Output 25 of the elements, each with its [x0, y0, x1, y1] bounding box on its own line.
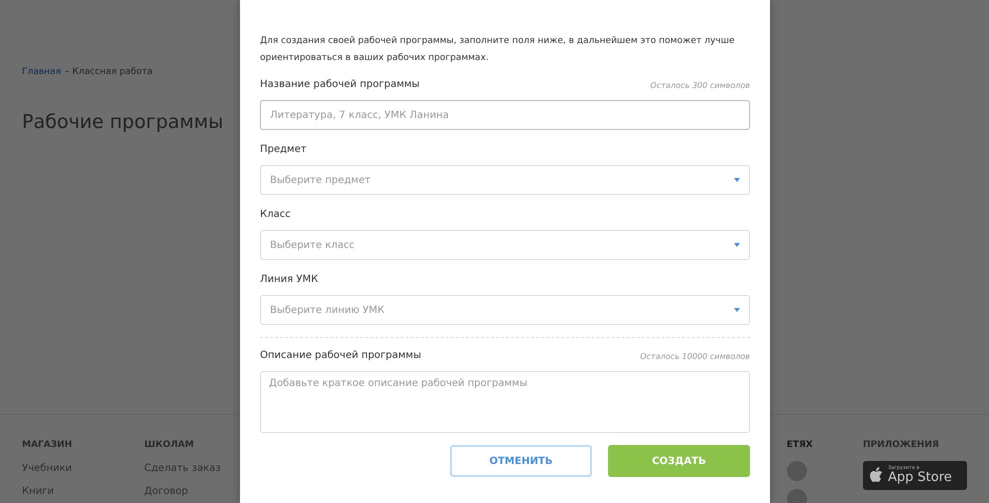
field-label: Описание рабочей программы	[260, 349, 422, 363]
footer-heading: ПРИЛОЖЕНИЯ	[862, 439, 940, 452]
footer-heading: МАГАЗИН	[22, 439, 74, 452]
badge-title: App Store	[888, 471, 952, 484]
intro-text: Для создания своей рабочей программы, заполните поля ниже, в дальнейшем это поможет лучше ориентироваться в ваших рабочих программах.	[260, 35, 736, 65]
footer-heading: ШКОЛАМ	[144, 439, 195, 452]
cancel-button[interactable]: ОТМЕНИТЬ	[450, 445, 592, 477]
field-label: Предмет	[260, 143, 306, 157]
textarea-field[interactable]: Добавьте краткое описание рабочей программы	[260, 371, 750, 433]
select-field[interactable]: Выберите предмет	[260, 165, 750, 195]
input-field[interactable]: Литература, 7 класс, УМК Ланина	[260, 100, 750, 130]
select-field[interactable]: Выберите линию УМК	[260, 295, 750, 325]
create-button[interactable]: СОЗДАТЬ	[608, 445, 750, 477]
select-field[interactable]: Выберите класс	[260, 230, 750, 260]
footer-link[interactable]: Учебники	[22, 460, 144, 476]
footer-heading: ЕТЯХ	[786, 439, 814, 452]
page-title: Рабочие программы	[22, 110, 224, 134]
field-label: Класс	[260, 208, 291, 222]
character-counter: Осталось 10000 символов	[640, 351, 750, 363]
breadcrumb-link[interactable]: Главная	[22, 66, 61, 80]
field-label: Название рабочей программы	[260, 78, 420, 92]
character-counter: Осталось 300 символов	[650, 80, 750, 92]
breadcrumb-current: – Классная работа	[64, 66, 153, 79]
footer-link[interactable]: Книги	[22, 484, 144, 498]
field-label: Линия УМК	[260, 273, 318, 287]
